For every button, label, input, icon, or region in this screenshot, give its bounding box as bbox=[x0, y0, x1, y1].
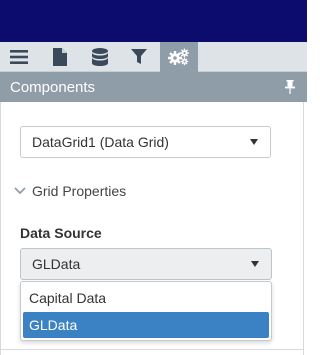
divider bbox=[0, 349, 303, 350]
pin-button[interactable] bbox=[285, 80, 295, 99]
data-source-label: Data Source bbox=[20, 225, 102, 241]
panel-title: Components bbox=[10, 78, 96, 96]
filter-icon bbox=[131, 49, 147, 64]
hamburger-menu-icon bbox=[10, 50, 28, 64]
dropdown-option-capital-data[interactable]: Capital Data bbox=[23, 285, 269, 311]
database-icon bbox=[92, 48, 108, 66]
panel-toolbar bbox=[0, 42, 307, 72]
data-source-value: GLData bbox=[32, 256, 81, 272]
tool-components[interactable] bbox=[160, 42, 198, 72]
gears-icon bbox=[168, 48, 189, 66]
tool-filter[interactable] bbox=[120, 42, 158, 72]
tool-database[interactable] bbox=[81, 42, 119, 72]
option-label: Capital Data bbox=[29, 290, 107, 306]
option-label: GLData bbox=[29, 317, 78, 333]
tool-document[interactable] bbox=[41, 42, 79, 72]
pin-icon bbox=[285, 80, 295, 94]
document-icon bbox=[53, 48, 67, 66]
caret-down-icon bbox=[250, 139, 258, 145]
data-source-select[interactable]: GLData bbox=[20, 248, 272, 280]
component-select-value: DataGrid1 (Data Grid) bbox=[32, 134, 169, 150]
section-title: Grid Properties bbox=[32, 183, 127, 199]
caret-down-icon bbox=[251, 261, 259, 267]
dropdown-option-gldata[interactable]: GLData bbox=[23, 312, 269, 338]
panel-right-edge bbox=[303, 102, 307, 355]
panel-header: Components bbox=[0, 72, 307, 102]
grid-properties-section-toggle[interactable]: Grid Properties bbox=[14, 183, 126, 199]
chevron-down-icon bbox=[14, 187, 26, 195]
data-source-dropdown: Capital Data GLData bbox=[20, 281, 272, 341]
component-select[interactable]: DataGrid1 (Data Grid) bbox=[20, 126, 271, 158]
app-top-bar bbox=[0, 0, 307, 42]
tool-menu[interactable] bbox=[0, 42, 38, 72]
